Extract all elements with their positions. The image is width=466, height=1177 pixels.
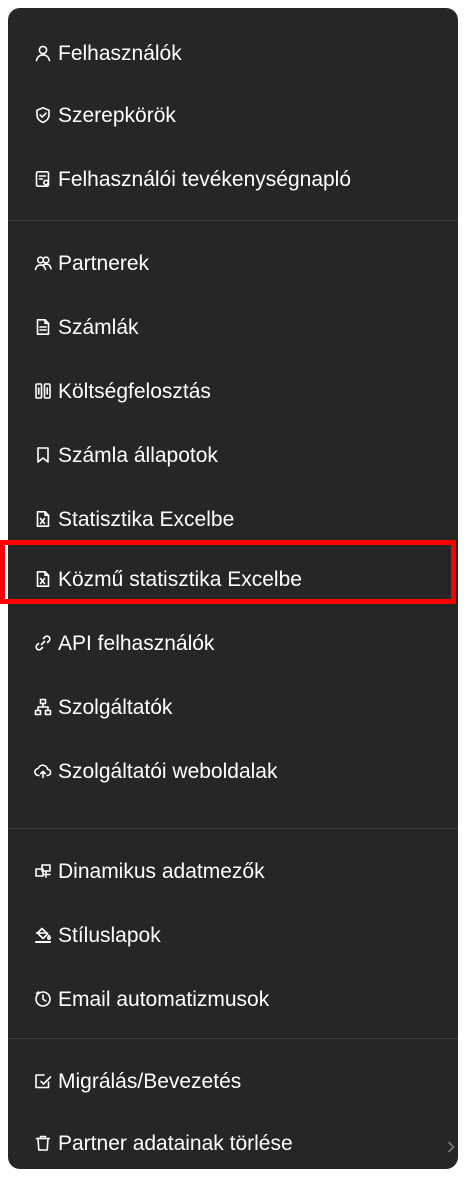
menu-item-statisztika-excelbe[interactable]: Statisztika Excelbe [8,490,458,548]
paint-bucket-icon [34,926,52,944]
menu-item-felhasznalok[interactable]: Felhasználók [8,24,458,82]
menu-item-label: Számla állapotok [58,443,218,467]
users-icon [34,254,52,272]
menu-item-api-felhasznalok[interactable]: API felhasználók [8,614,458,672]
menu-item-label: API felhasználók [58,631,215,655]
activity-log-icon [34,170,52,188]
menu-item-kozmu-statisztika-excelbe[interactable]: Közmű statisztika Excelbe [8,550,458,608]
menu-item-label: Felhasználói tevékenységnapló [58,167,352,191]
menu-item-label: Email automatizmusok [58,987,270,1011]
menu-divider [8,1038,458,1039]
menu-item-label: Szolgáltatói weboldalak [58,759,278,783]
menu-item-label: Szerepkörök [58,103,176,127]
menu-item-szolgaltatoi-weboldalak[interactable]: Szolgáltatói weboldalak [8,742,458,800]
chevron-right-icon [446,1136,456,1153]
menu-item-label: Szolgáltatók [58,695,173,719]
menu-item-szamla-allapotok[interactable]: Számla állapotok [8,426,458,484]
menu-item-szamlak[interactable]: Számlák [8,298,458,356]
menu-item-koltsegfelosztas[interactable]: Költségfelosztás [8,362,458,420]
menu-item-label: Dinamikus adatmezők [58,859,265,883]
sitemap-icon [34,698,52,716]
menu-item-stiluslapok[interactable]: Stíluslapok [8,906,458,964]
menu-divider [8,220,458,221]
trash-icon [34,1134,52,1152]
menu-item-szolgaltatok[interactable]: Szolgáltatók [8,678,458,736]
menu-item-label: Számlák [58,315,139,339]
menu-item-label: Felhasználók [58,41,182,65]
menu-item-partner-adatainak-torlese[interactable]: Partner adatainak törlése [8,1114,458,1169]
menu-item-label: Költségfelosztás [58,379,211,403]
menu-item-label: Statisztika Excelbe [58,507,235,531]
user-icon [34,44,52,62]
menu-item-szerepkorok[interactable]: Szerepkörök [8,86,458,144]
menu-divider [8,828,458,829]
menu-item-label: Közmű statisztika Excelbe [58,567,302,591]
clock-icon [34,990,52,1008]
menu-item-partnerek[interactable]: Partnerek [8,234,458,292]
menu-item-felhasznaloi-tevekenysegnaplo[interactable]: Felhasználói tevékenységnapló [8,150,458,208]
admin-menu: Felhasználók Szerepkörök Felhasználói te… [8,8,458,1169]
excel-file-icon [34,570,52,588]
menu-item-label: Migrálás/Bevezetés [58,1069,242,1093]
split-columns-icon [34,382,52,400]
bookmark-icon [34,446,52,464]
menu-item-email-automatizmusok[interactable]: Email automatizmusok [8,970,458,1028]
invoice-icon [34,318,52,336]
cloud-upload-icon [34,762,52,780]
excel-file-icon [34,510,52,528]
menu-item-label: Partner adatainak törlése [58,1131,293,1155]
checkbox-edit-icon [34,1072,52,1090]
menu-item-label: Stíluslapok [58,923,161,947]
api-link-icon [34,634,52,652]
menu-item-label: Partnerek [58,251,150,275]
menu-item-dinamikus-adatmezok[interactable]: Dinamikus adatmezők [8,842,458,900]
dynamic-fields-icon [34,862,52,880]
shield-check-icon [34,106,52,124]
menu-item-migralas-bevezetes[interactable]: Migrálás/Bevezetés [8,1052,458,1110]
